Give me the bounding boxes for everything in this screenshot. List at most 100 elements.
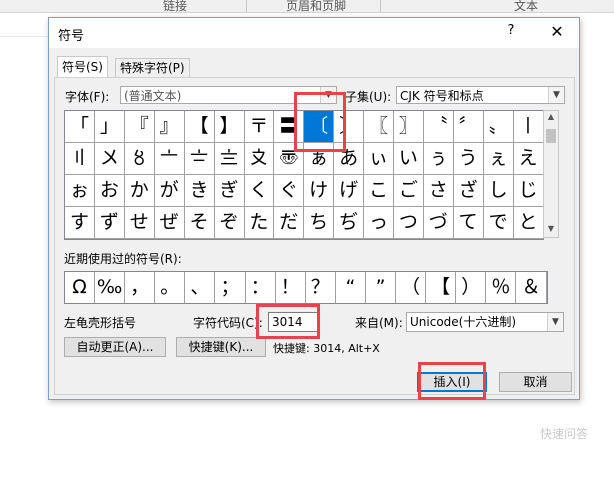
symbol-cell[interactable]: げ xyxy=(334,175,365,207)
symbol-cell[interactable]: ぢ xyxy=(334,207,365,239)
close-button[interactable]: ✕ xyxy=(545,22,569,44)
symbol-cell[interactable]: ず xyxy=(94,207,125,239)
symbol-cell[interactable]: 〡 xyxy=(513,111,544,143)
scroll-down-icon[interactable]: ▼ xyxy=(544,224,558,233)
symbol-cell[interactable]: 〖 xyxy=(364,111,394,143)
symbol-cell[interactable]: せ xyxy=(124,207,155,239)
symbol-cell[interactable]: た xyxy=(244,207,275,239)
symbol-cell[interactable]: こ xyxy=(364,175,394,207)
symbol-cell[interactable]: 〤 xyxy=(94,143,125,175)
symbol-cell[interactable]: さ xyxy=(423,175,454,207)
symbol-cell[interactable]: 〓 xyxy=(274,111,305,143)
recent-symbol-cell[interactable]: “ xyxy=(336,272,366,303)
symbol-cell[interactable]: つ xyxy=(393,207,424,239)
symbol-cell[interactable]: と xyxy=(513,207,544,239)
recent-symbol-cell[interactable]: ％ xyxy=(486,272,517,303)
symbol-cell[interactable]: づ xyxy=(423,207,454,239)
symbol-cell[interactable]: 〝 xyxy=(423,111,454,143)
help-button[interactable]: ? xyxy=(499,23,523,43)
symbol-cell[interactable]: 〩 xyxy=(244,143,275,175)
symbol-cell[interactable]: て xyxy=(453,207,484,239)
recent-symbol-cell[interactable]: Ω xyxy=(65,272,95,303)
font-select[interactable]: (普通文本) ▼ xyxy=(120,86,337,104)
recent-symbol-cell[interactable]: 、 xyxy=(185,272,216,303)
symbol-cell[interactable]: だ xyxy=(274,207,305,239)
recent-symbol-cell[interactable]: ” xyxy=(366,272,396,303)
symbol-cell[interactable]: 『 xyxy=(124,111,155,143)
ribbon-text[interactable]: 文本 xyxy=(514,0,538,14)
symbol-cell[interactable]: じ xyxy=(513,175,544,207)
symbol-cell[interactable]: ち xyxy=(304,207,335,239)
symbol-cell[interactable]: え xyxy=(513,143,544,175)
symbol-cell[interactable]: 〔 xyxy=(304,111,335,143)
symbol-cell[interactable]: 』 xyxy=(154,111,185,143)
recent-symbol-cell[interactable]: ， xyxy=(125,272,156,303)
shortcut-key-button[interactable]: 快捷键(K)... xyxy=(176,337,266,357)
symbol-cell[interactable]: ぜ xyxy=(154,207,185,239)
symbol-cell[interactable]: 〗 xyxy=(393,111,424,143)
recent-symbol-cell[interactable]: ； xyxy=(216,272,246,303)
recent-symbol-cell[interactable]: ‰ xyxy=(95,272,126,303)
symbol-cell[interactable]: 〟 xyxy=(483,111,514,143)
symbol-cell[interactable]: ぇ xyxy=(483,143,514,175)
recent-symbol-cell[interactable]: （ xyxy=(396,272,427,303)
symbol-cell[interactable]: 〠 xyxy=(274,143,305,175)
symbol-cell[interactable]: あ xyxy=(334,143,365,175)
symbol-cell[interactable]: 〥 xyxy=(124,143,155,175)
autocorrect-button[interactable]: 自动更正(A)... xyxy=(64,337,166,357)
symbol-cell[interactable]: ぁ xyxy=(304,143,335,175)
recent-symbol-cell[interactable]: ： xyxy=(246,272,276,303)
symbol-cell[interactable]: ぉ xyxy=(65,175,95,207)
tab-special-characters[interactable]: 特殊字符(P) xyxy=(115,58,190,78)
tab-symbols[interactable]: 符号(S) xyxy=(57,56,108,78)
symbol-cell[interactable]: ぐ xyxy=(274,175,305,207)
symbol-cell[interactable]: 」 xyxy=(94,111,125,143)
symbol-cell[interactable]: け xyxy=(304,175,335,207)
symbol-cell[interactable]: 〧 xyxy=(184,143,215,175)
symbol-cell[interactable]: ざ xyxy=(453,175,484,207)
ribbon-link[interactable]: 链接 xyxy=(163,0,187,14)
symbol-cell[interactable]: き xyxy=(184,175,215,207)
recent-symbol-cell[interactable]: 【 xyxy=(426,272,457,303)
symbol-cell[interactable]: 〞 xyxy=(453,111,484,143)
symbol-cell[interactable]: ぅ xyxy=(423,143,454,175)
grid-scrollbar[interactable]: ▲ ▼ xyxy=(543,110,559,238)
symbol-cell[interactable]: ご xyxy=(393,175,424,207)
symbol-cell[interactable]: 】 xyxy=(214,111,245,143)
symbol-cell[interactable]: 〦 xyxy=(154,143,185,175)
document-ruler-line xyxy=(0,36,50,37)
ribbon-header-footer[interactable]: 页眉和页脚 xyxy=(286,0,346,14)
recent-symbol-cell[interactable]: ＆ xyxy=(517,272,547,303)
symbol-cell[interactable]: う xyxy=(453,143,484,175)
from-select[interactable]: Unicode(十六进制) ▼ xyxy=(406,312,564,332)
recent-symbol-cell[interactable]: 。 xyxy=(155,272,186,303)
scrollbar-thumb[interactable] xyxy=(546,129,556,143)
symbol-cell[interactable]: そ xyxy=(184,207,215,239)
symbol-cell[interactable]: 「 xyxy=(65,111,95,143)
symbol-cell[interactable]: お xyxy=(94,175,125,207)
symbol-cell[interactable]: か xyxy=(124,175,155,207)
symbol-cell[interactable]: っ xyxy=(364,207,394,239)
symbol-cell[interactable]: 〕 xyxy=(334,111,365,143)
symbol-cell[interactable]: ぃ xyxy=(364,143,394,175)
char-code-input[interactable]: 3014 xyxy=(268,312,320,332)
symbol-cell[interactable]: し xyxy=(483,175,514,207)
symbol-cell[interactable]: で xyxy=(483,207,514,239)
symbol-cell[interactable]: 【 xyxy=(184,111,215,143)
symbol-cell[interactable]: が xyxy=(154,175,185,207)
scroll-up-icon[interactable]: ▲ xyxy=(544,112,558,121)
symbol-cell[interactable]: す xyxy=(65,207,95,239)
symbol-cell[interactable]: ぞ xyxy=(214,207,245,239)
recent-symbol-cell[interactable]: ！ xyxy=(276,272,306,303)
recent-symbol-cell[interactable]: ） xyxy=(456,272,487,303)
symbol-cell[interactable]: 〒 xyxy=(244,111,275,143)
insert-button[interactable]: 插入(I) xyxy=(417,372,487,392)
symbol-cell[interactable]: ぎ xyxy=(214,175,245,207)
symbol-cell[interactable]: 〢 xyxy=(65,143,95,175)
recent-symbol-cell[interactable]: ？ xyxy=(306,272,336,303)
symbol-cell[interactable]: 〨 xyxy=(214,143,245,175)
cancel-button[interactable]: 取消 xyxy=(499,372,572,392)
subset-select[interactable]: CJK 符号和标点 ▼ xyxy=(396,86,565,104)
symbol-cell[interactable]: い xyxy=(393,143,424,175)
symbol-cell[interactable]: く xyxy=(244,175,275,207)
